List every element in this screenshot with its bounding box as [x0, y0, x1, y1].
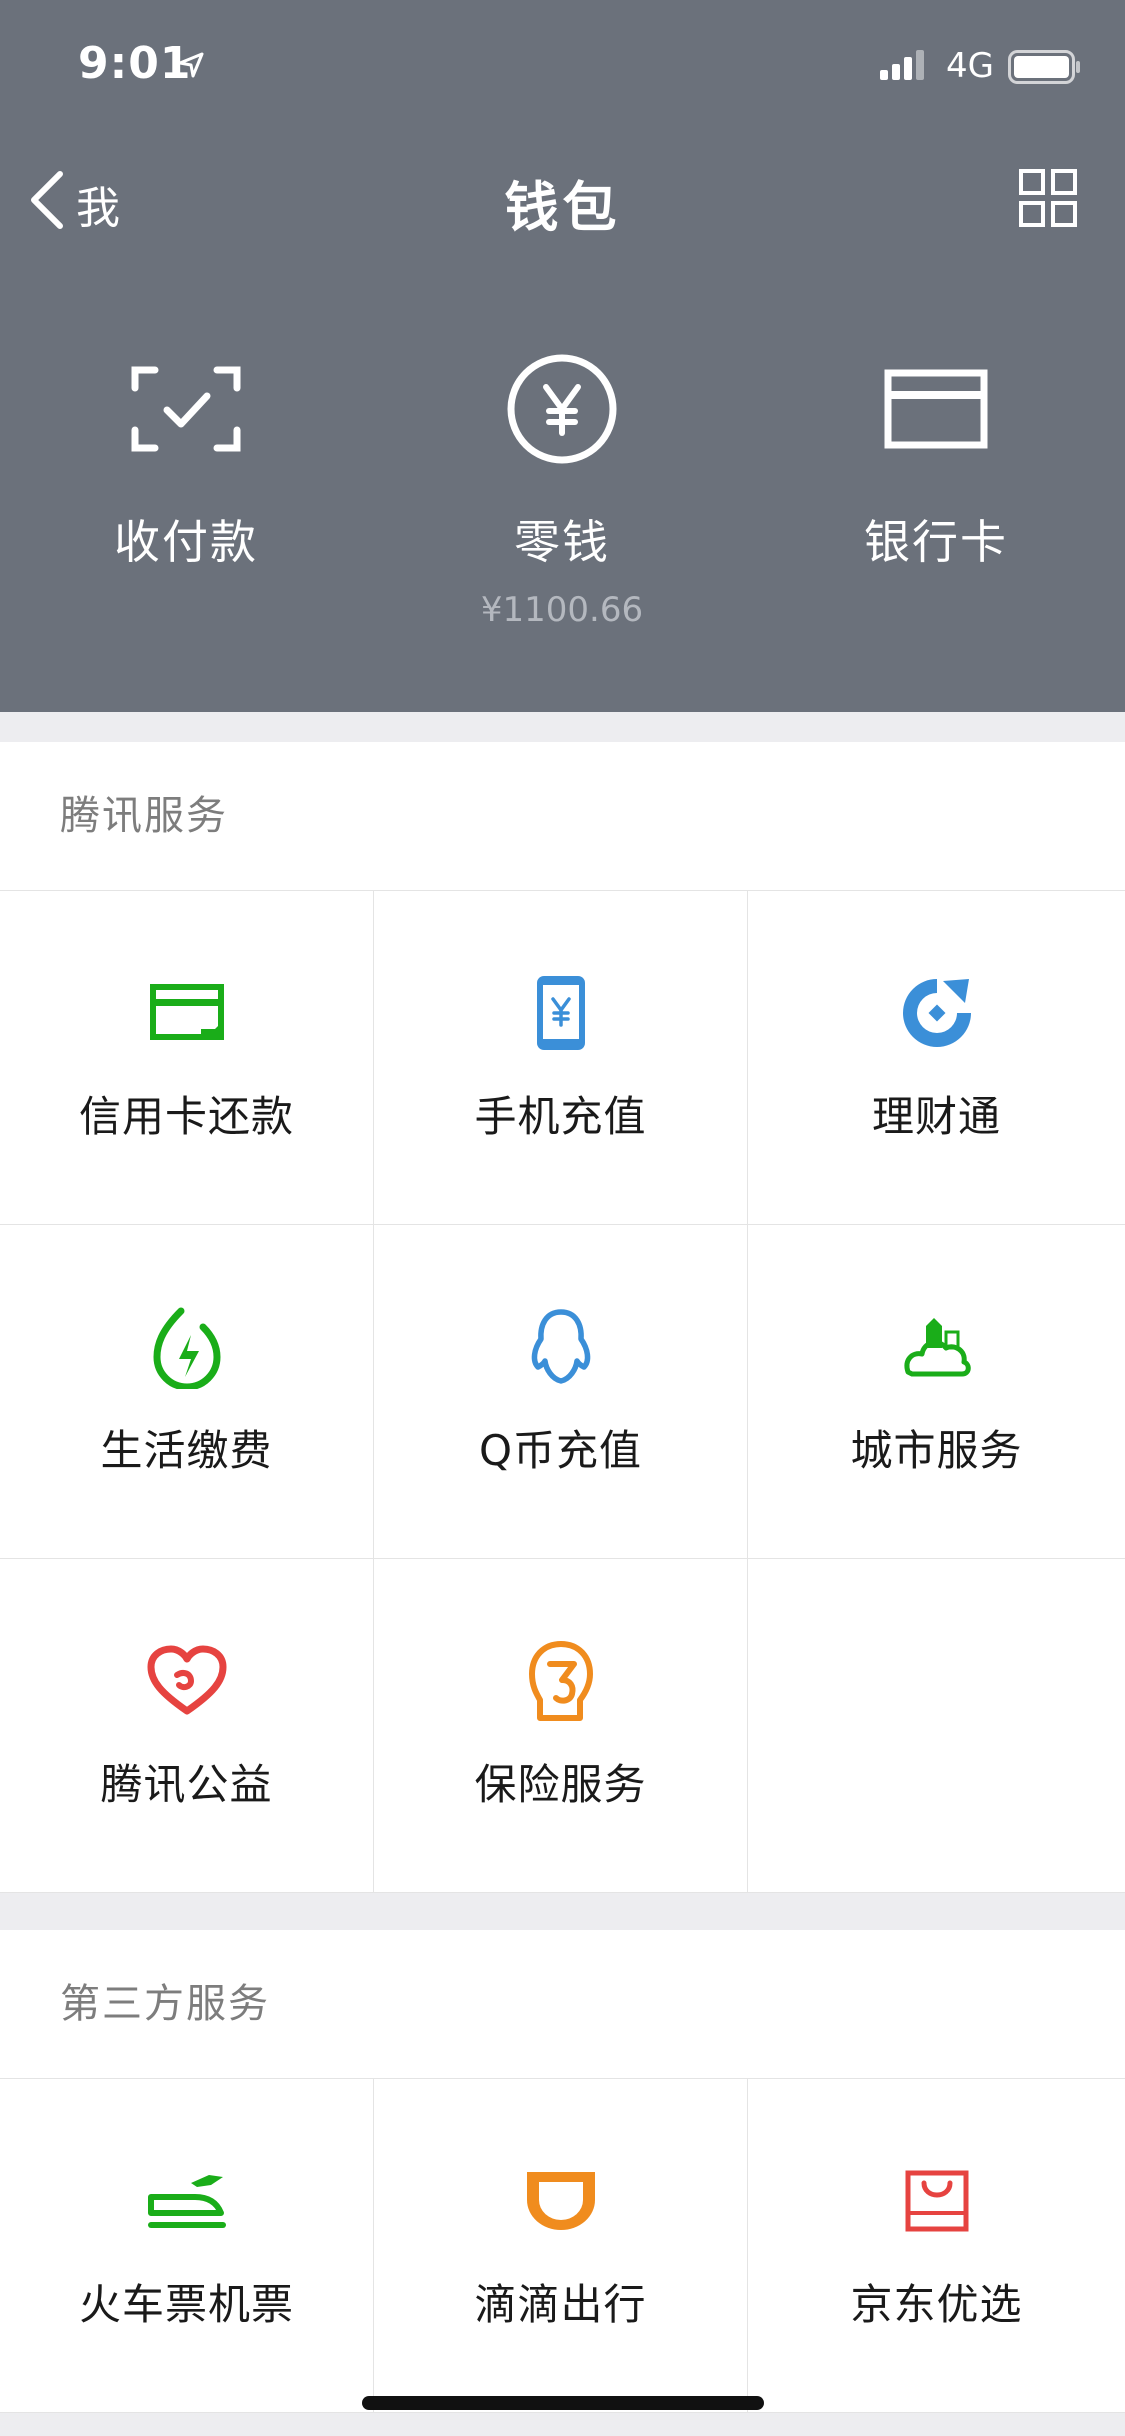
grid-menu-icon[interactable] [1018, 168, 1078, 228]
train-plane-icon [147, 2175, 226, 2228]
scan-pay-icon [131, 366, 241, 452]
service-charity[interactable]: 腾讯公益 [0, 1559, 374, 1893]
service-utility-bill[interactable]: 生活缴费 [0, 1225, 374, 1559]
balance-amount: ¥1100.66 [480, 590, 644, 630]
service-label: 腾讯公益 [100, 1760, 273, 1809]
page-title: 钱包 [504, 176, 621, 239]
bank-card-label: 银行卡 [864, 515, 1008, 569]
wealth-icon [902, 979, 971, 1047]
signal-icon [880, 50, 924, 80]
service-qq-coin[interactable]: Q币充值 [374, 1225, 748, 1559]
charity-heart-icon [147, 1645, 226, 1715]
yuan-coin-icon [507, 354, 617, 464]
credit-card-repay-icon [149, 984, 224, 1040]
service-insurance[interactable]: 保险服务 [374, 1559, 748, 1893]
pay-receive-button[interactable]: 收付款 [36, 350, 336, 572]
wallet-header: 9:01 4G 我 钱包 收付款 零钱 ¥1100.66 银行卡 [0, 0, 1125, 712]
service-mobile-topup[interactable]: 手机充值 [374, 891, 748, 1225]
service-label: 保险服务 [474, 1760, 647, 1809]
third-party-services-section: 第三方服务 火车票机票 滴滴出行 京东优选 [0, 1930, 1125, 2413]
tencent-services-section: 腾讯服务 信用卡还款 手机充值 理财通 生活缴费 Q币充值 城市服务 腾讯公益 … [0, 742, 1125, 1893]
service-jd[interactable]: 京东优选 [748, 2079, 1125, 2413]
home-indicator[interactable] [362, 2396, 764, 2410]
empty-cell [748, 1559, 1125, 1893]
service-label: 信用卡还款 [78, 1092, 294, 1141]
service-city[interactable]: 城市服务 [748, 1225, 1125, 1559]
service-train-plane[interactable]: 火车票机票 [0, 2079, 374, 2413]
balance-button[interactable]: 零钱 ¥1100.66 [412, 350, 712, 630]
utility-bill-icon [152, 1307, 221, 1389]
section-title: 第三方服务 [0, 1930, 1125, 2079]
service-label: 理财通 [871, 1092, 1001, 1141]
bank-card-button[interactable]: 银行卡 [786, 350, 1086, 572]
bank-card-icon [884, 369, 988, 449]
qq-penguin-icon [531, 1309, 590, 1384]
service-label: 城市服务 [850, 1426, 1023, 1475]
service-label: 手机充值 [474, 1092, 647, 1141]
service-wealth[interactable]: 理财通 [748, 891, 1125, 1225]
battery-icon [1008, 50, 1080, 84]
mobile-topup-icon [536, 976, 585, 1050]
location-arrow-icon [178, 52, 204, 78]
service-label: Q币充值 [478, 1426, 643, 1475]
insurance-icon [528, 1641, 593, 1721]
balance-label: 零钱 [514, 515, 610, 569]
service-didi[interactable]: 滴滴出行 [374, 2079, 748, 2413]
network-type: 4G [946, 46, 994, 86]
city-service-icon [904, 1318, 971, 1377]
service-label: 滴滴出行 [474, 2280, 647, 2329]
didi-icon [526, 2172, 595, 2230]
service-label: 京东优选 [850, 2280, 1023, 2329]
service-label: 火车票机票 [78, 2280, 294, 2329]
service-label: 生活缴费 [100, 1426, 273, 1475]
status-time: 9:01 [78, 38, 192, 89]
service-credit-card-repay[interactable]: 信用卡还款 [0, 891, 374, 1225]
section-title: 腾讯服务 [0, 742, 1125, 891]
shopping-bag-icon [905, 2170, 968, 2232]
pay-receive-label: 收付款 [114, 515, 258, 569]
